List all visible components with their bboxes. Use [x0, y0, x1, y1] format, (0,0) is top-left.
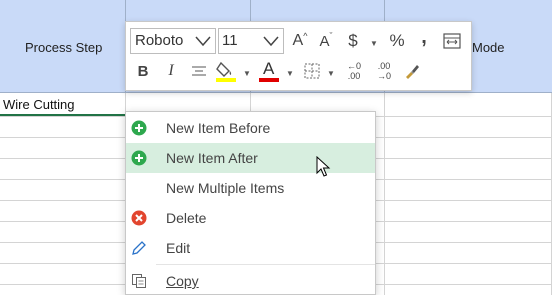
plus-circle-icon — [131, 150, 147, 166]
percent-icon: % — [389, 31, 405, 50]
increase-font-size-button[interactable]: A ^ — [289, 30, 311, 52]
mouse-cursor-icon — [316, 156, 331, 177]
font-color-swatch — [259, 78, 279, 82]
plus-circle-icon — [131, 120, 147, 136]
italic-icon: I — [168, 62, 174, 79]
caret-down-icon[interactable]: ▼ — [327, 69, 335, 78]
cell-a2[interactable]: Wire Cutting — [3, 97, 75, 112]
menu-item-new-item-after[interactable]: New Item After — [126, 143, 375, 173]
decrease-decimal-icon: .00 — [377, 61, 391, 71]
font-size-value: 11 — [222, 32, 238, 49]
menu-item-label: Copy — [166, 273, 199, 289]
menu-item-label: Delete — [166, 210, 207, 226]
menu-item-label: New Item After — [166, 150, 258, 166]
column-divider — [384, 93, 385, 295]
align-button[interactable] — [188, 60, 210, 82]
context-menu: New Item Before New Item After New Multi… — [125, 111, 376, 295]
menu-item-label: New Item Before — [166, 120, 271, 136]
font-name-value: Roboto — [135, 32, 184, 49]
copy-icon — [132, 274, 146, 288]
increase-decimal-icon: ←0 — [346, 61, 361, 71]
chevron-down-icon — [263, 36, 279, 47]
delete-x-circle-icon — [131, 210, 147, 226]
borders-button[interactable] — [301, 60, 323, 82]
decrease-font-size-button[interactable]: Aˇ — [315, 30, 337, 52]
comma-format-button[interactable]: , — [416, 26, 432, 48]
currency-format-button[interactable]: $ — [342, 30, 364, 52]
wrap-text-icon — [443, 33, 461, 49]
font-color-icon: A — [263, 59, 275, 78]
menu-item-new-multiple-items[interactable]: New Multiple Items — [126, 173, 375, 203]
menu-separator — [156, 264, 375, 265]
menu-item-label: Edit — [166, 240, 191, 256]
increase-decimal-icon: .00 — [347, 71, 361, 81]
paintbrush-icon — [406, 65, 419, 79]
pencil-icon — [132, 241, 146, 255]
font-size-select[interactable]: 11 — [218, 28, 284, 54]
decrease-decimal-icon: →0 — [376, 71, 391, 81]
decrease-font-icon: A — [319, 32, 330, 50]
caret-down-icon[interactable]: ▼ — [370, 39, 378, 48]
menu-item-label: New Multiple Items — [166, 180, 285, 196]
chevron-down-icon — [195, 36, 211, 47]
borders-icon — [304, 63, 320, 79]
percent-format-button[interactable]: % — [385, 30, 409, 52]
bold-button[interactable]: B — [132, 60, 154, 82]
decrease-decimal-button[interactable]: .00 →0 — [372, 58, 396, 84]
paint-bucket-icon — [216, 61, 236, 82]
fill-color-button[interactable] — [214, 58, 238, 84]
increase-font-icon: A — [292, 32, 304, 49]
menu-item-copy[interactable]: Copy — [126, 266, 375, 294]
menu-item-delete[interactable]: Delete — [126, 203, 375, 233]
comma-icon: , — [421, 25, 427, 48]
align-center-icon — [192, 66, 206, 76]
format-painter-button[interactable] — [401, 59, 423, 83]
wrap-text-button[interactable] — [441, 30, 463, 52]
increase-decimal-button[interactable]: ←0 .00 — [342, 58, 366, 84]
column-header-process-step[interactable]: Process Step — [0, 0, 126, 93]
column-header-label: Mode — [472, 40, 505, 55]
font-name-select[interactable]: Roboto — [130, 28, 216, 54]
menu-item-edit[interactable]: Edit — [126, 233, 375, 263]
italic-button[interactable]: I — [160, 60, 182, 82]
caret-down-icon[interactable]: ▼ — [286, 69, 294, 78]
menu-item-new-item-before[interactable]: New Item Before — [126, 113, 375, 143]
caret-down-icon[interactable]: ▼ — [243, 69, 251, 78]
currency-icon: $ — [348, 31, 358, 50]
column-header-label: Process Step — [25, 40, 103, 55]
format-toolbar: Roboto 11 A ^ Aˇ $ ▼ % , B I ▼ A ▼ ▼ ←0 … — [125, 21, 472, 91]
bold-icon: B — [137, 62, 149, 80]
font-color-button[interactable]: A — [257, 58, 281, 84]
